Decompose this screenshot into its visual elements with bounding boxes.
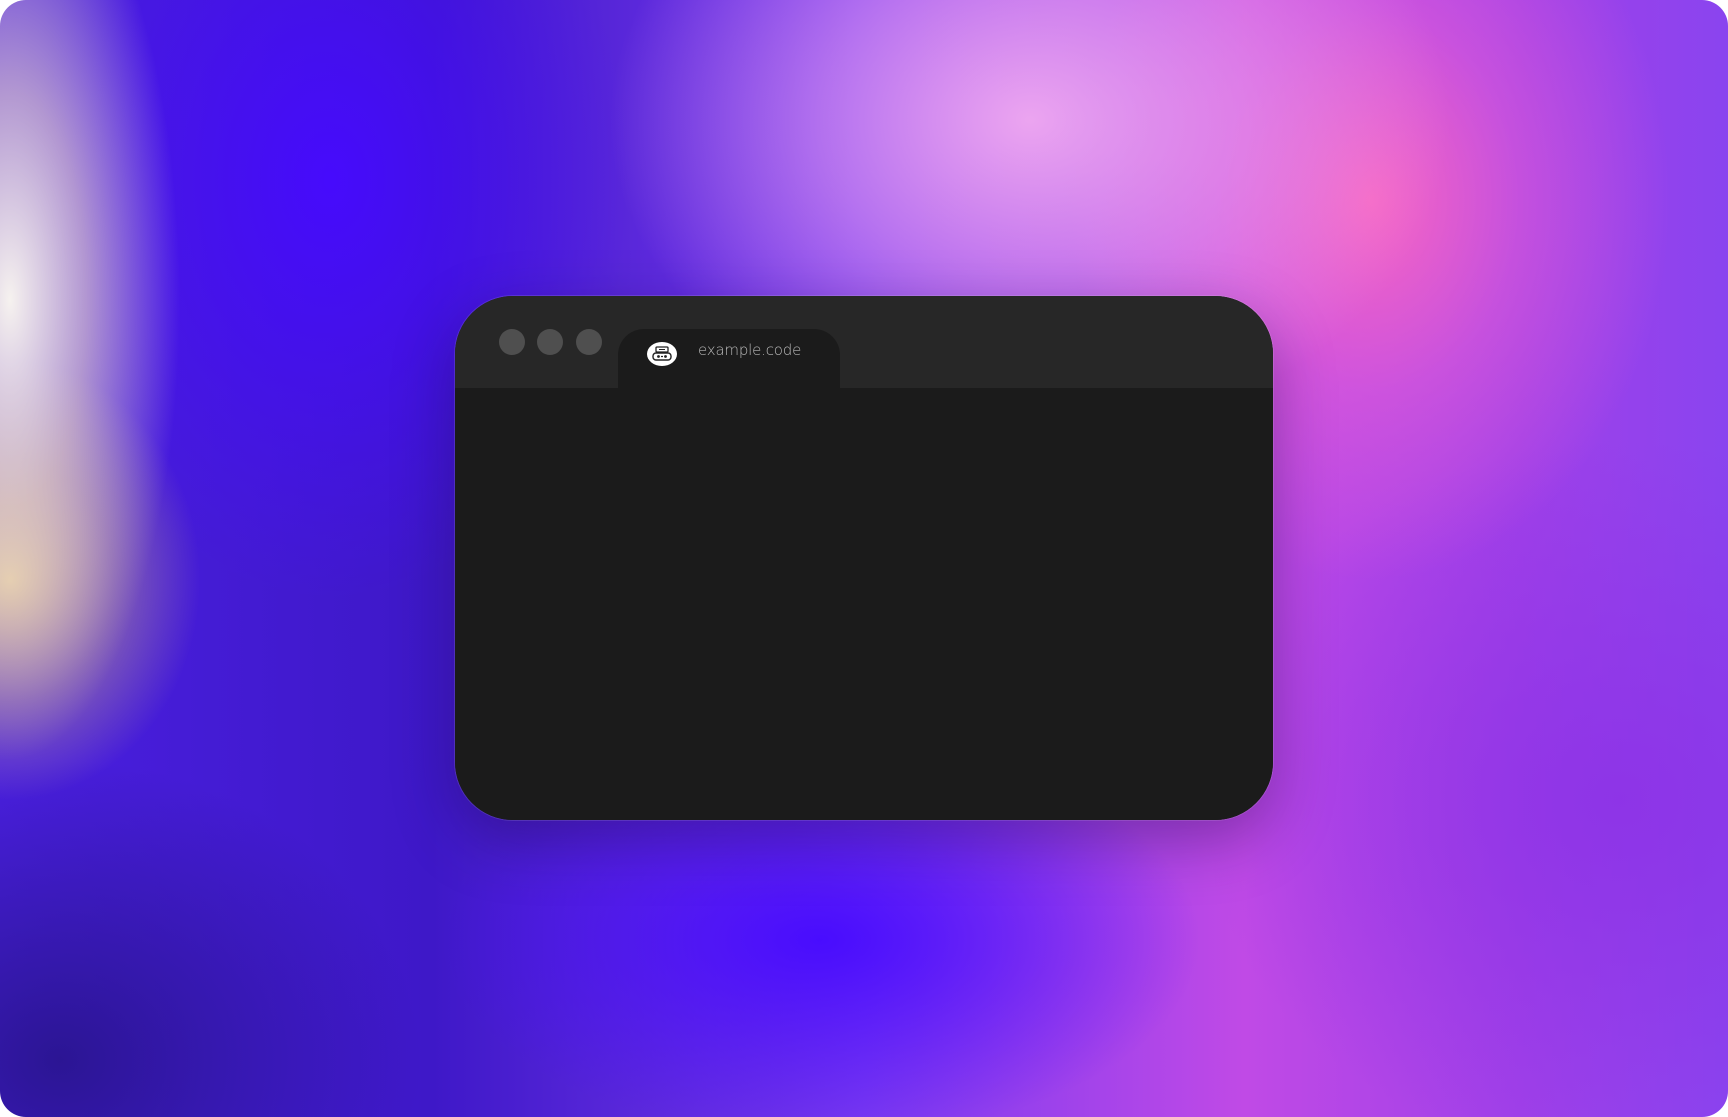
- gradient-backdrop: example.code: [0, 0, 1728, 1117]
- robot-face-icon: [647, 342, 677, 366]
- window-titlebar: example.code: [455, 296, 1273, 389]
- page-content-area: [455, 388, 1273, 820]
- active-tab[interactable]: example.code: [618, 329, 840, 389]
- minimize-window-button[interactable]: [537, 329, 563, 355]
- browser-window: example.code: [455, 296, 1273, 820]
- tab-title: example.code: [698, 341, 802, 359]
- close-window-button[interactable]: [499, 329, 525, 355]
- maximize-window-button[interactable]: [576, 329, 602, 355]
